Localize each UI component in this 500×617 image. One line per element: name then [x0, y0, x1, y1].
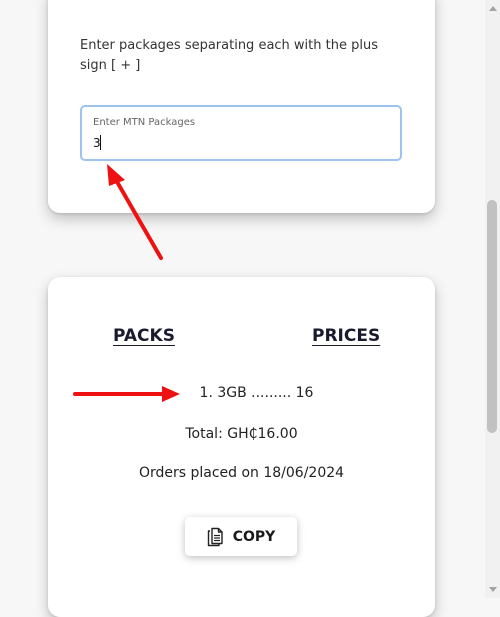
instructions-text: Enter packages separating each with the … [80, 38, 378, 73]
copy-button[interactable]: COPY [185, 517, 297, 556]
prices-heading: PRICES [312, 326, 381, 346]
package-line-item: 1. 3GB ......... 16 [199, 385, 314, 401]
order-summary-card: PACKS PRICES 1. 3GB ......... 16 Total: … [48, 277, 435, 617]
mtn-packages-input[interactable] [93, 133, 388, 153]
package-entry-card: Enter packages separating each with the … [48, 0, 435, 213]
mtn-packages-field[interactable]: Enter MTN Packages [80, 105, 402, 161]
scroll-up-arrow[interactable] [489, 6, 497, 11]
order-total: Total: GH₵16.00 [185, 426, 298, 442]
mtn-packages-label: Enter MTN Packages [93, 117, 196, 128]
copy-button-label: COPY [232, 528, 276, 545]
document-copy-icon [207, 527, 223, 546]
scroll-thumb[interactable] [487, 200, 497, 433]
page-scrollbar[interactable] [485, 0, 500, 598]
scroll-down-arrow[interactable] [489, 587, 497, 592]
order-date: Orders placed on 18/06/2024 [138, 465, 345, 481]
text-caret [100, 135, 101, 150]
packs-heading: PACKS [113, 326, 175, 346]
